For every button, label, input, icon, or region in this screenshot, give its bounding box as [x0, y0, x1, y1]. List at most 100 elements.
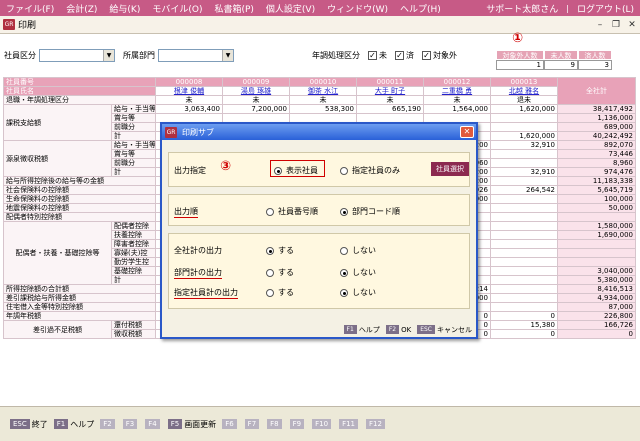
restore-icon[interactable]: ❐ — [608, 18, 624, 32]
print-window-icon: GR — [3, 19, 15, 30]
radio-zensha-shinai[interactable]: しない — [340, 245, 376, 256]
window-titlebar: GR 印刷 – ❐ ✕ — [0, 16, 640, 34]
radio-bumon-code[interactable]: 部門コード順 — [340, 206, 400, 217]
total-cell: 1,580,000 — [557, 221, 636, 231]
sub-label: 還付税額 — [111, 320, 156, 330]
value-cell: 665,190 — [356, 104, 424, 114]
value-cell: 0 — [490, 311, 558, 321]
fkey-cap: F4 — [145, 419, 160, 429]
close-icon[interactable]: ✕ — [460, 126, 474, 138]
total-cell: 166,726 — [557, 320, 636, 330]
row-label: 課税支給額 — [3, 104, 112, 141]
header-id: 000008 — [155, 77, 223, 87]
dialog-cancel-button[interactable]: キャンセル — [437, 325, 472, 335]
status-cell: 未 — [222, 95, 290, 105]
fkey-cap: F12 — [366, 419, 385, 429]
shain-kubun-select[interactable]: ▼ — [39, 48, 115, 62]
close-icon[interactable]: ✕ — [624, 18, 640, 32]
menu-kyuyo[interactable]: 給与(K) — [103, 2, 146, 15]
total-cell: 50,000 — [557, 203, 636, 213]
check-icon: ✓ — [395, 50, 404, 60]
shitei-kei-label: 指定社員計の出力 — [174, 288, 238, 299]
menu-mobile[interactable]: モバイル(O) — [146, 2, 208, 15]
sub-label: 徴収税額 — [111, 329, 156, 339]
fkey-f2: F2 — [100, 419, 116, 429]
radio-shitei-suru[interactable]: する — [266, 287, 294, 298]
shain-sentaku-button[interactable]: 社員選択 — [431, 162, 469, 176]
radio-hyoji-shain[interactable]: 表示社員 — [274, 165, 318, 176]
fkey-f11: F11 — [339, 419, 360, 429]
dialog-ok-button[interactable]: OK — [401, 326, 411, 334]
row-label: 地震保険料の控除額 — [3, 203, 156, 213]
total-cell: 3,040,000 — [557, 266, 636, 276]
shozoku-bumon-label: 所属部門 — [123, 50, 155, 60]
radio-shitei-shain[interactable]: 指定社員のみ — [340, 165, 400, 176]
menu-help[interactable]: ヘルプ(H) — [394, 2, 447, 15]
value-cell — [490, 221, 558, 231]
count-summary: 対象外人数 未人数 済人数 1 9 3 — [496, 50, 612, 70]
fkey-cap: F5 — [167, 419, 183, 429]
menu-kaikei[interactable]: 会計(Z) — [60, 2, 103, 15]
dialog-f2-key[interactable]: F2 — [385, 325, 400, 334]
print-sub-dialog: GR 印刷サブ ✕ 出力指定 ③ 表示社員 指定社員のみ 社員選択 出力順 社員… — [160, 122, 478, 339]
employee-link[interactable]: 北越 雅名 — [490, 86, 558, 96]
value-cell: 0 — [490, 329, 558, 339]
employee-link[interactable]: 湯島 琢雄 — [222, 86, 290, 96]
value-cell — [490, 122, 558, 132]
radio-zensha-suru[interactable]: する — [266, 245, 294, 256]
fkey-cap: ESC — [10, 419, 30, 429]
chevron-down-icon[interactable]: ▼ — [103, 49, 114, 61]
row-label: 生命保険料の控除額 — [3, 194, 156, 204]
employee-link[interactable]: 御茶 水江 — [289, 86, 357, 96]
radio-off-icon — [340, 166, 348, 175]
sub-label: 計 — [111, 131, 156, 141]
value-cell — [490, 158, 558, 168]
menu-shishobako[interactable]: 私書箱(P) — [208, 2, 259, 15]
shozoku-bumon-select[interactable]: ▼ — [158, 48, 234, 62]
row-label: 給与所得控除後の給与等の金額 — [3, 176, 156, 186]
dialog-help-button[interactable]: ヘルプ — [359, 325, 380, 335]
radio-shitei-shinai[interactable]: しない — [340, 287, 376, 298]
fkey-cap: F6 — [222, 419, 237, 429]
total-cell — [557, 212, 636, 222]
dialog-f1-key[interactable]: F1 — [343, 325, 357, 334]
chevron-down-icon[interactable]: ▼ — [222, 49, 233, 61]
radio-off-icon — [266, 288, 274, 297]
count-value-zumi: 3 — [578, 60, 612, 70]
value-cell: 538,300 — [289, 104, 357, 114]
fkey-cap: F1 — [53, 419, 69, 429]
checkbox-taishogai[interactable]: ✓ 対象外 — [422, 50, 457, 61]
dialog-esc-key[interactable]: ESC — [417, 325, 435, 334]
radio-bumon-suru[interactable]: する — [266, 267, 294, 278]
menu-file[interactable]: ファイル(F) — [0, 2, 60, 15]
checkbox-zumi-label: 済 — [406, 50, 414, 60]
row-label: 所得控除額の合計額 — [3, 284, 156, 294]
sub-label: 賞与等 — [111, 113, 156, 123]
minimize-icon[interactable]: – — [592, 18, 608, 32]
total-cell — [557, 257, 636, 267]
total-cell: 87,000 — [557, 302, 636, 312]
employee-link[interactable]: 二重橋 勇 — [423, 86, 491, 96]
fkey-f1[interactable]: F1 ヘルプ — [53, 419, 94, 430]
fkey-f8: F8 — [267, 419, 283, 429]
radio-shain-bango[interactable]: 社員番号順 — [266, 206, 318, 217]
employee-link[interactable]: 大手 町子 — [356, 86, 424, 96]
sub-label: 配偶者控除 — [111, 221, 156, 231]
logout-button[interactable]: ログアウト(L) — [571, 2, 640, 15]
checkbox-zumi[interactable]: ✓ 済 — [395, 50, 414, 61]
menu-kojin-settei[interactable]: 個人設定(V) — [260, 2, 321, 15]
fkey-esc[interactable]: ESC 終了 — [10, 419, 48, 430]
radio-bumon-shinai[interactable]: しない — [340, 267, 376, 278]
radio-shinai-label: しない — [352, 288, 376, 297]
total-cell — [557, 239, 636, 249]
menu-window[interactable]: ウィンドウ(W) — [321, 2, 394, 15]
header-id: 000013 — [490, 77, 558, 87]
checkbox-mi[interactable]: ✓ 未 — [368, 50, 387, 61]
menu-bar: ファイル(F) 会計(Z) 給与(K) モバイル(O) 私書箱(P) 個人設定(… — [0, 0, 640, 16]
total-cell: 1,690,000 — [557, 230, 636, 240]
filter-row: 社員区分 ▼ 所属部門 ▼ 年調処理区分 ✓ 未 ✓ 済 ✓ 対象外 — [4, 48, 457, 62]
total-cell: 4,934,000 — [557, 293, 636, 303]
employee-link[interactable]: 根津 俊輔 — [155, 86, 223, 96]
fkey-f5[interactable]: F5 画面更新 — [167, 419, 216, 430]
window-title: 印刷 — [18, 21, 37, 31]
